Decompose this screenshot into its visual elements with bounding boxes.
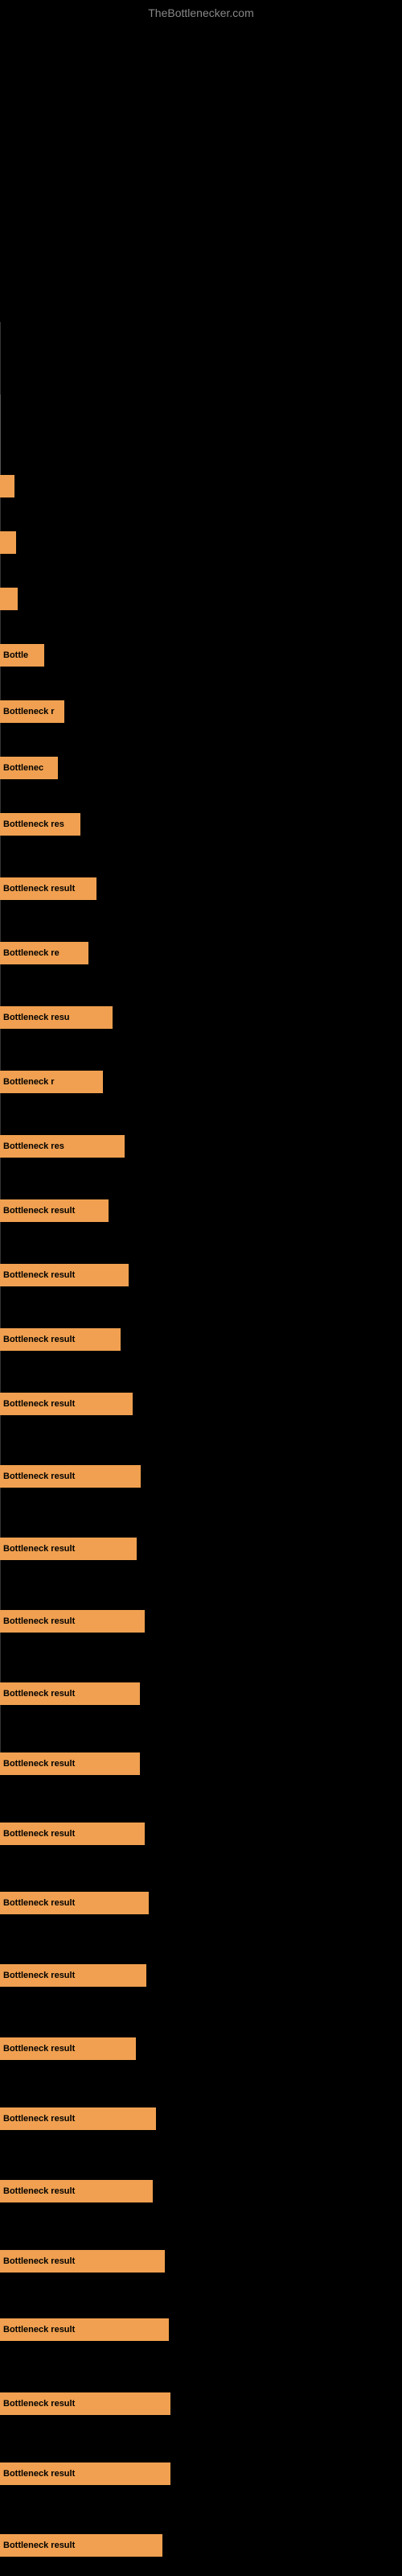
result-bar-15: Bottleneck result (0, 1328, 121, 1351)
result-bar-20: Bottleneck result (0, 1682, 140, 1705)
result-bar-9: Bottleneck re (0, 942, 88, 964)
result-bar-31: Bottleneck result (0, 2462, 170, 2485)
result-bar-5: Bottleneck r (0, 700, 64, 723)
result-bar-14: Bottleneck result (0, 1264, 129, 1286)
result-bar-25: Bottleneck result (0, 2037, 136, 2060)
result-bar-19: Bottleneck result (0, 1610, 145, 1633)
axis-line-2 (0, 394, 1, 475)
result-bar-23: Bottleneck result (0, 1892, 149, 1914)
result-bar-12: Bottleneck res (0, 1135, 125, 1158)
result-bar-3 (0, 588, 18, 610)
result-bar-28: Bottleneck result (0, 2250, 165, 2273)
result-bar-6: Bottlenec (0, 757, 58, 779)
result-bar-21: Bottleneck result (0, 1752, 140, 1775)
result-bar-22: Bottleneck result (0, 1823, 145, 1845)
result-bar-4: Bottle (0, 644, 44, 667)
result-bar-29: Bottleneck result (0, 2318, 169, 2341)
result-bar-17: Bottleneck result (0, 1465, 141, 1488)
result-bar-13: Bottleneck result (0, 1199, 109, 1222)
result-bar-7: Bottleneck res (0, 813, 80, 836)
result-bar-10: Bottleneck resu (0, 1006, 113, 1029)
result-bar-30: Bottleneck result (0, 2392, 170, 2415)
result-bar-1 (0, 475, 14, 497)
result-bar-2 (0, 531, 16, 554)
result-bar-16: Bottleneck result (0, 1393, 133, 1415)
result-bar-24: Bottleneck result (0, 1964, 146, 1987)
result-bar-11: Bottleneck r (0, 1071, 103, 1093)
result-bar-26: Bottleneck result (0, 2107, 156, 2130)
site-title: TheBottlenecker.com (148, 6, 254, 19)
result-bar-32: Bottleneck result (0, 2534, 162, 2557)
result-bar-27: Bottleneck result (0, 2180, 153, 2202)
result-bar-18: Bottleneck result (0, 1538, 137, 1560)
result-bar-8: Bottleneck result (0, 877, 96, 900)
